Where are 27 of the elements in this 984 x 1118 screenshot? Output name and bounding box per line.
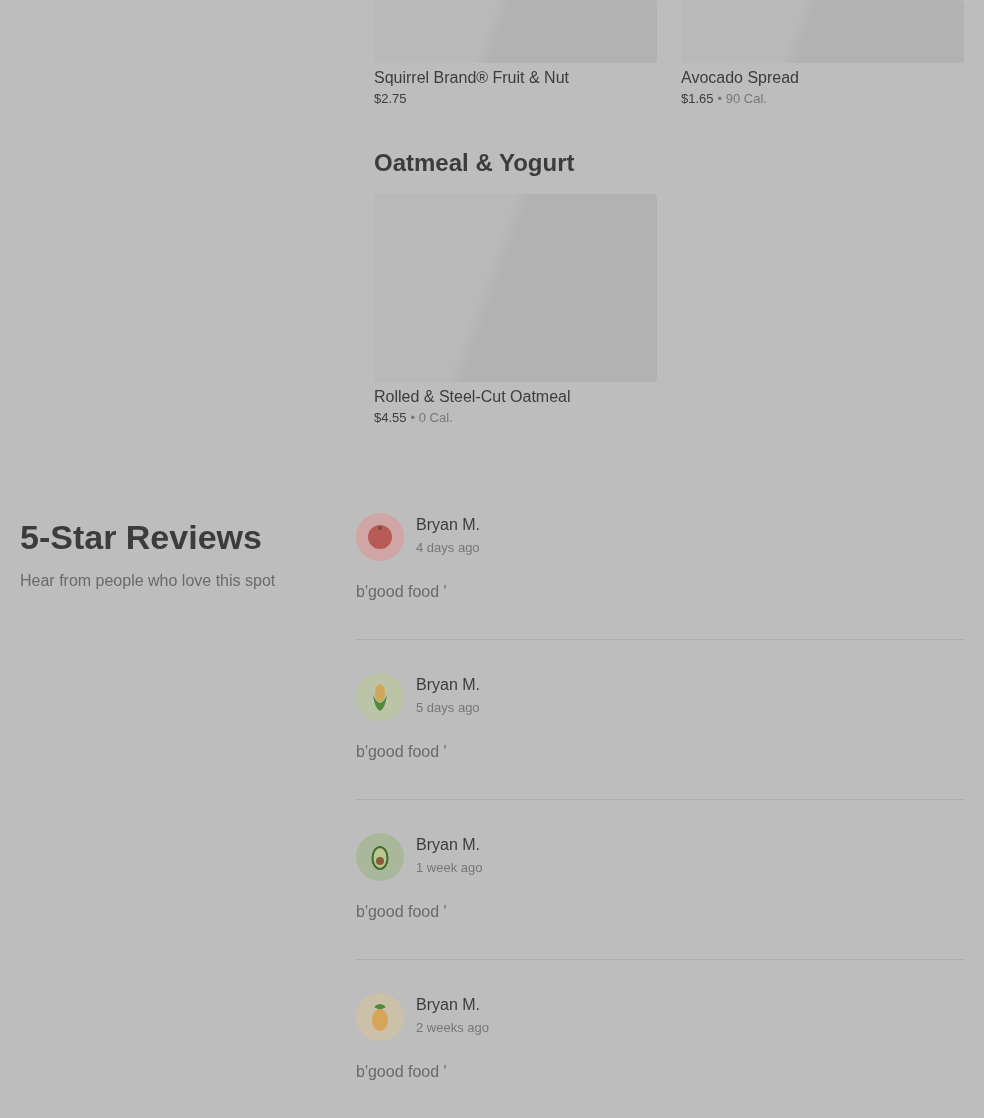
item-price: $4.55	[374, 409, 407, 427]
review-text: b'good food '	[356, 742, 448, 762]
pineapple-icon	[372, 1004, 388, 1031]
reviews-subtitle: Hear from people who love this spot	[20, 571, 277, 591]
review-time: 4 days ago	[416, 539, 480, 557]
review-text: b'good food '	[356, 1062, 448, 1082]
reviews-heading: 5-Star Reviews	[20, 517, 263, 558]
review-author: Bryan M.	[416, 995, 481, 1015]
corn-icon	[373, 684, 387, 711]
review-time: 5 days ago	[416, 699, 480, 717]
tomato-icon	[368, 525, 392, 549]
review-text: b'good food '	[356, 582, 448, 602]
item-name[interactable]: Rolled & Steel-Cut Oatmeal	[374, 386, 657, 408]
item-name[interactable]: Avocado Spread	[681, 67, 964, 89]
avocado-icon	[371, 846, 389, 870]
review-text: b'good food '	[356, 902, 448, 922]
section-title: Oatmeal & Yogurt	[374, 148, 576, 178]
item-price: $1.65	[681, 90, 714, 108]
item-calories: • 90 Cal.	[717, 90, 767, 108]
item-name[interactable]: Squirrel Brand® Fruit & Nut	[374, 67, 657, 89]
review-author: Bryan M.	[416, 835, 481, 855]
review-time: 1 week ago	[416, 859, 483, 877]
review-time: 2 weeks ago	[416, 1019, 489, 1037]
review-author: Bryan M.	[416, 675, 480, 695]
review-author: Bryan M.	[416, 515, 480, 535]
item-calories: • 0 Cal.	[410, 409, 453, 427]
item-price: $2.75	[374, 90, 407, 108]
